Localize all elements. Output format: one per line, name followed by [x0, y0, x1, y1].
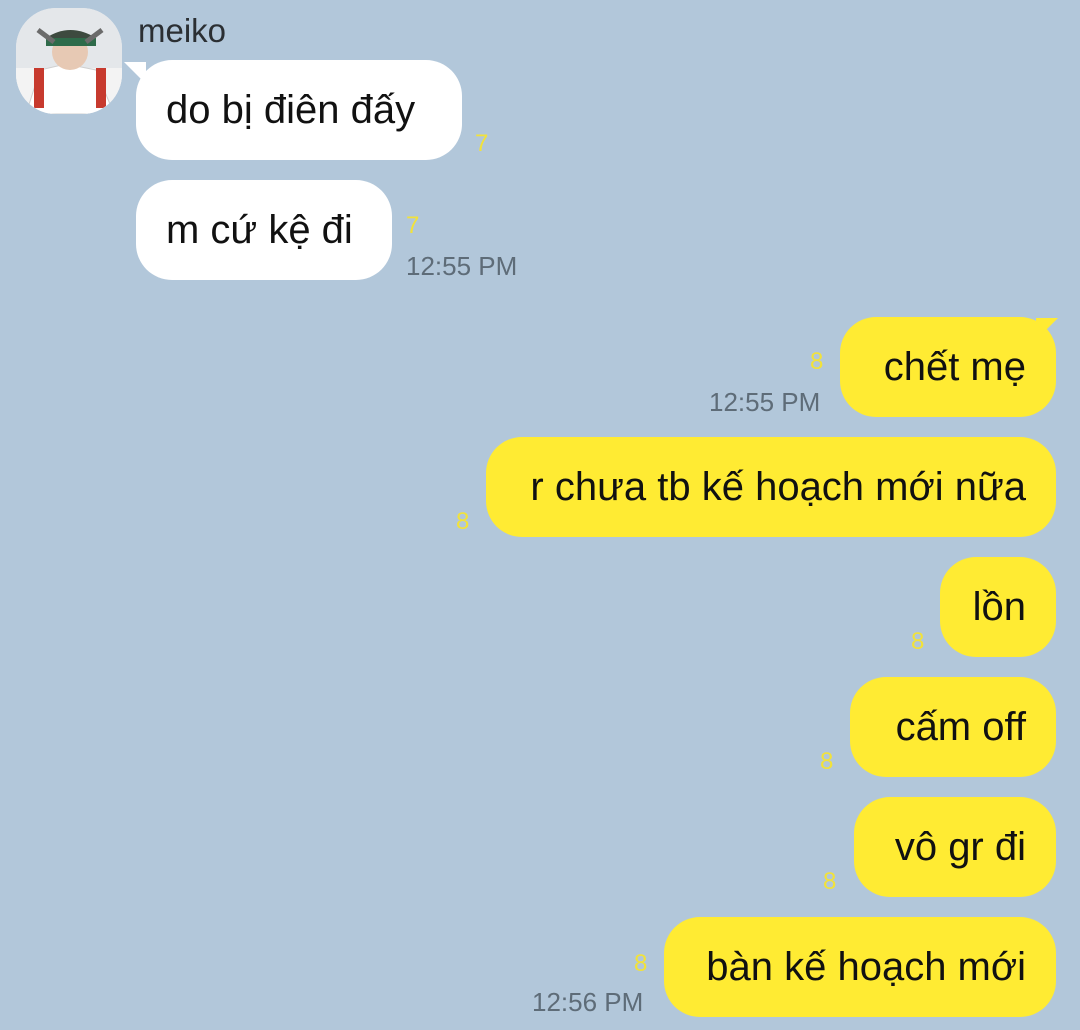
- message-text: vô gr đi: [894, 825, 1026, 869]
- message-timestamp: 12:56 PM: [532, 987, 644, 1017]
- message-text: cấm off: [895, 705, 1026, 749]
- message-text: r chưa tb kế hoạch mới nữa: [530, 465, 1026, 509]
- message-timestamp: 12:55 PM: [406, 251, 518, 281]
- message-bubble-outgoing[interactable]: bàn kế hoạch mới: [664, 917, 1056, 1017]
- unread-count: 8: [456, 508, 470, 535]
- sender-name: meiko: [138, 12, 227, 49]
- message-timestamp: 12:55 PM: [709, 387, 821, 417]
- message-text: chết mẹ: [883, 345, 1026, 389]
- message-text: lồn: [972, 585, 1026, 629]
- message-bubble-outgoing[interactable]: r chưa tb kế hoạch mới nữa: [486, 437, 1056, 537]
- message-bubble-outgoing[interactable]: cấm off: [850, 677, 1056, 777]
- message-text: do bị điên đấy: [166, 88, 416, 132]
- unread-count: 7: [475, 130, 489, 157]
- unread-count: 8: [634, 950, 648, 977]
- unread-count: 8: [911, 628, 925, 655]
- message-bubble-outgoing[interactable]: lồn: [940, 557, 1056, 657]
- unread-count: 7: [406, 212, 420, 239]
- message-bubble-outgoing[interactable]: chết mẹ: [840, 317, 1056, 417]
- message-bubble-incoming[interactable]: m cứ kệ đi: [136, 180, 392, 280]
- avatar[interactable]: [16, 8, 122, 114]
- profile-photo-icon: [16, 8, 122, 114]
- unread-count: 8: [810, 348, 824, 375]
- unread-count: 8: [820, 748, 834, 775]
- message-bubble-incoming[interactable]: do bị điên đấy: [136, 60, 462, 160]
- message-bubble-outgoing[interactable]: vô gr đi: [854, 797, 1056, 897]
- message-text: bàn kế hoạch mới: [706, 945, 1026, 989]
- unread-count: 8: [823, 868, 837, 895]
- message-text: m cứ kệ đi: [166, 208, 353, 252]
